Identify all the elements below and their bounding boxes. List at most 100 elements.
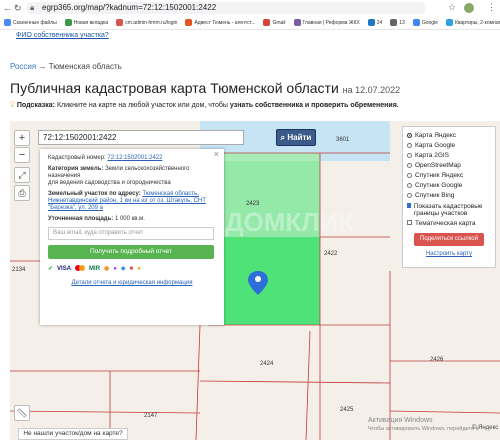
mir-logo: MIR	[89, 266, 101, 272]
search-button[interactable]: ⌕ Найти	[276, 129, 316, 146]
bookmark-label: Gmail	[272, 19, 286, 26]
address-row: Земельный участок по адресу: Тюменская о…	[48, 191, 216, 212]
get-report-button[interactable]: Получить подробный отчет	[48, 245, 214, 259]
parcel-label: 2425	[340, 407, 354, 413]
layer-option[interactable]: Карта Google	[407, 140, 491, 150]
layer-option-label: OpenStreetMap	[415, 161, 461, 169]
search-button-label: Найти	[287, 133, 312, 142]
area-value: 1 000 кв.м.	[114, 216, 145, 222]
not-found-button[interactable]: Не нашли участок/дом на карте?	[18, 428, 128, 440]
payment-methods: ✔ VISA MIR ◉ ● ◈ ■ ●	[48, 265, 216, 274]
category-label: Категория земель:	[48, 166, 104, 172]
address-bar[interactable]: 🔒︎ egrp365.org/map/?kadnum=72:12:1502001…	[26, 2, 426, 14]
layer-option[interactable]: Карта 2GIS	[407, 150, 491, 160]
profile-avatar[interactable]	[464, 3, 474, 13]
bookmark-item[interactable]: cm.admin-hmm.ru/login	[116, 19, 177, 26]
show-borders-option[interactable]: Показать кадастровые границы участков	[407, 203, 491, 217]
bookmark-label: 24	[376, 19, 383, 26]
layer-option[interactable]: Спутник Bing	[407, 190, 491, 200]
layer-option-label: Спутник Яндекс	[415, 171, 464, 179]
qiwi-icon: ◉	[104, 266, 110, 272]
bookmark-favicon-icon	[263, 19, 271, 26]
visa-logo: VISA	[57, 266, 72, 272]
bookmark-item[interactable]: Gmail	[263, 19, 286, 26]
bookmark-item[interactable]: 24	[367, 19, 383, 26]
bookmark-favicon-icon	[116, 19, 124, 26]
mastercard-icon	[75, 265, 86, 274]
setup-map-link[interactable]: Настроить карту	[407, 251, 491, 257]
yandex-attribution: © Яндекс	[472, 425, 499, 431]
bookmark-favicon-icon	[445, 19, 453, 26]
bookmark-item[interactable]: Сканенные файлы	[4, 19, 57, 26]
bookmark-label: Google	[421, 19, 438, 26]
bookmark-item[interactable]: 13	[390, 19, 405, 26]
hint-label: Подсказка:	[16, 102, 56, 109]
hint-text: Кликните на карте на любой участок или д…	[56, 102, 228, 109]
bookmark-label: Сканенные файлы	[13, 19, 57, 26]
purpose-value: для ведения садоводства и огородничества	[48, 180, 171, 186]
reload-icon[interactable]: ↻	[14, 2, 22, 14]
layer-radio[interactable]	[407, 192, 412, 198]
bookmark-item[interactable]: Google	[412, 19, 438, 26]
cad-number-row: Кадастровый номер: 72:12:1502001:2422	[48, 155, 216, 162]
report-terms-link[interactable]: Детали отчета и юридическая информация	[72, 280, 193, 286]
zoom-out-button[interactable]: −	[14, 147, 30, 163]
bookmark-item[interactable]: Главная | Реформа ЖКХ	[293, 19, 360, 26]
bookmark-item[interactable]: Квартиры, 2-комнатн. 62 м² -...	[445, 19, 500, 26]
breadcrumb-current: Тюменская область	[48, 62, 122, 71]
thematic-checkbox[interactable]	[407, 220, 412, 225]
parcel-label: 2147	[144, 413, 158, 419]
layer-radio[interactable]	[407, 162, 412, 168]
close-icon[interactable]: ×	[214, 150, 219, 159]
layer-option[interactable]: Спутник Google	[407, 180, 491, 190]
share-link-button[interactable]: Поделиться ссылкой	[414, 233, 484, 246]
layer-option-label: Карта 2GIS	[415, 151, 450, 159]
bee-icon: ●	[137, 266, 141, 272]
back-icon[interactable]: ←	[3, 2, 12, 14]
layer-radio[interactable]	[407, 182, 412, 188]
bookmark-item[interactable]: Адвест Тюмень - агентст...	[185, 19, 255, 26]
bookmark-star-icon[interactable]: ☆	[448, 2, 456, 13]
bookmark-label: Адвест Тюмень - агентст...	[194, 19, 256, 26]
parcel-label: 2423	[246, 201, 260, 207]
cadastral-map[interactable]: ДОМКЛИК 3601 2423 2422 2134 2424 2147 24…	[10, 121, 500, 440]
zoom-in-button[interactable]: +	[14, 130, 30, 146]
layer-radio[interactable]	[407, 142, 412, 148]
bookmark-favicon-icon	[367, 19, 375, 26]
owner-link[interactable]: ФИО собственника участка?	[16, 32, 109, 39]
cad-number-label: Кадастровый номер:	[48, 155, 106, 161]
url-text: egrp365.org/map/?kadnum=72:12:1502001:24…	[42, 3, 217, 12]
bookmark-item[interactable]: Новая вкладка	[64, 19, 109, 26]
fullscreen-icon[interactable]: ⤢	[14, 167, 30, 183]
activate-title: Активация Windows	[368, 417, 433, 424]
layer-option[interactable]: Спутник Яндекс	[407, 170, 491, 180]
bookmark-favicon-icon	[185, 19, 193, 26]
sbp-icon: ◈	[120, 266, 126, 272]
browser-menu-icon[interactable]: ⋮	[487, 2, 496, 13]
yoomoney-icon: ●	[113, 266, 117, 272]
layer-option-label: Спутник Google	[415, 181, 463, 189]
cad-number-link[interactable]: 72:12:1502001:2422	[107, 155, 162, 161]
email-input[interactable]: Ваш email, куда отправить отчет	[48, 227, 214, 240]
map-layers-panel: Карта Яндекс Карта Google Карта 2GIS OpenSt…	[402, 126, 496, 268]
bookmark-label: Главная | Реформа ЖКХ	[302, 19, 360, 26]
check-icon: ✔	[48, 266, 54, 272]
layer-radio[interactable]	[407, 172, 412, 178]
browser-toolbar: ← ↻ 🔒︎ egrp365.org/map/?kadnum=72:12:150…	[0, 0, 500, 17]
map-watermark: ДОМКЛИК	[225, 207, 354, 237]
page-title-date: на 12.07.2022	[342, 85, 401, 95]
breadcrumb-home[interactable]: Россия	[10, 62, 36, 71]
bookmark-label: Новая вкладка	[73, 19, 109, 26]
bookmark-label: cm.admin-hmm.ru/login	[125, 19, 178, 26]
wallet-icon: ■	[129, 266, 134, 272]
windows-activation-notice: Активация Windows Чтобы активировать Win…	[368, 417, 479, 433]
layer-option[interactable]: Карта Яндекс	[407, 130, 491, 140]
layer-option[interactable]: OpenStreetMap	[407, 160, 491, 170]
ruler-icon[interactable]: 📏︎	[14, 405, 30, 421]
layer-radio[interactable]	[407, 132, 412, 138]
print-icon[interactable]: ⎙	[14, 185, 30, 201]
cadastral-search-input[interactable]: 72:12:1502001:2422	[38, 130, 244, 145]
layer-radio[interactable]	[407, 152, 412, 158]
thematic-option[interactable]: Тематическая карта	[407, 220, 491, 227]
show-borders-checkbox[interactable]	[407, 203, 411, 208]
